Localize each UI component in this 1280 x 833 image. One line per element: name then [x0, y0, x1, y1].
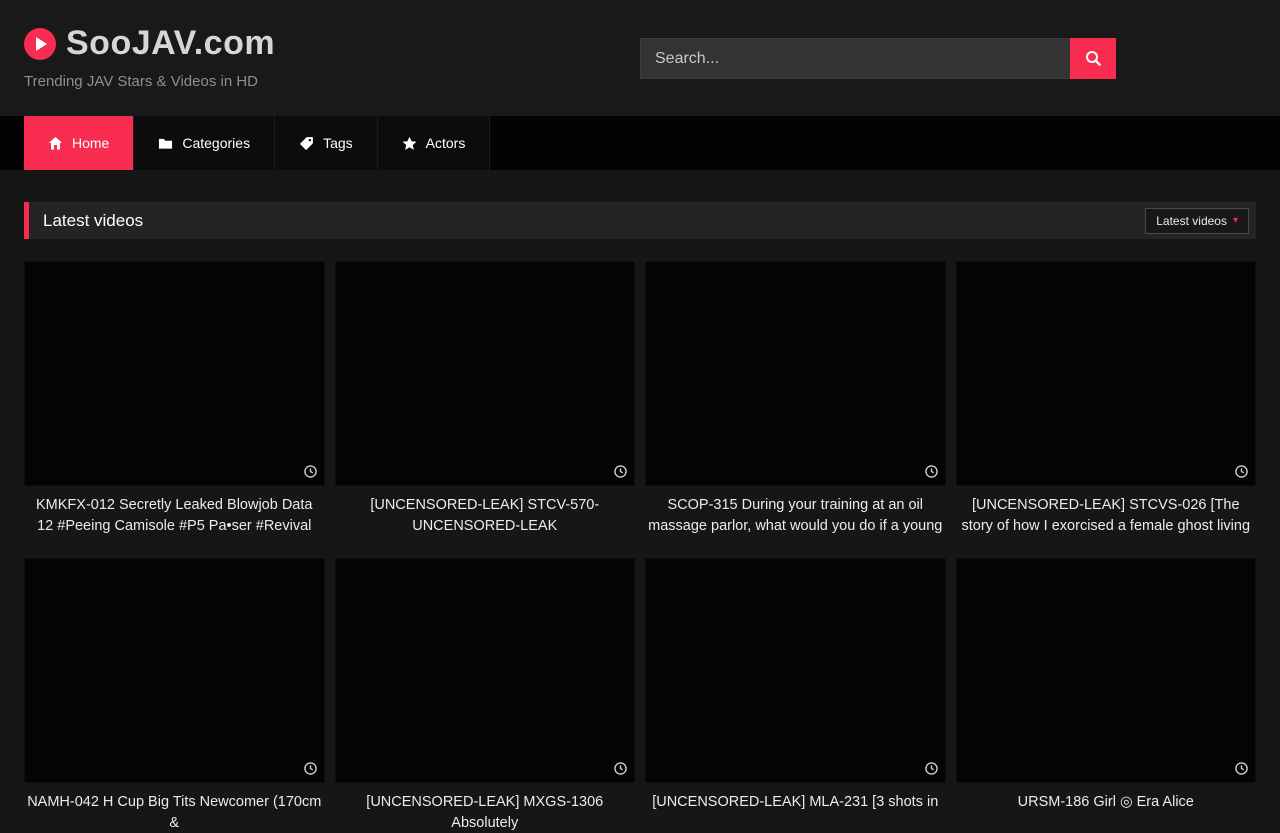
search-form: [640, 38, 1116, 79]
video-title[interactable]: URSM-186 Girl ◎ Era Alice: [956, 792, 1257, 813]
clock-icon: [304, 762, 317, 775]
home-icon: [48, 136, 63, 151]
clock-icon: [614, 465, 627, 478]
video-thumbnail[interactable]: [645, 261, 946, 486]
folder-icon: [158, 136, 173, 151]
video-thumbnail[interactable]: [24, 558, 325, 783]
video-card[interactable]: [UNCENSORED-LEAK] STCVS-026 [The story o…: [956, 261, 1257, 537]
play-logo-icon: [24, 28, 56, 60]
page: { "colors": { "accent": "#f72c50", "back…: [0, 0, 1280, 800]
star-icon: [402, 136, 417, 151]
clock-icon: [614, 762, 627, 775]
clock-icon: [304, 465, 317, 478]
nav-item-categories[interactable]: Categories: [134, 116, 275, 170]
video-title[interactable]: [UNCENSORED-LEAK] STCVS-026 [The story o…: [956, 495, 1257, 537]
site-title: SooJAV.com: [66, 24, 275, 63]
clock-icon: [925, 465, 938, 478]
chevron-down-icon: ▾: [1233, 216, 1238, 226]
video-thumbnail[interactable]: [24, 261, 325, 486]
nav-item-label: Tags: [323, 135, 353, 151]
video-thumbnail[interactable]: [645, 558, 946, 783]
sort-dropdown[interactable]: Latest videos ▾: [1145, 208, 1249, 234]
video-thumbnail[interactable]: [956, 558, 1257, 783]
nav-item-label: Categories: [182, 135, 250, 151]
video-card[interactable]: SCOP-315 During your training at an oil …: [645, 261, 946, 537]
clock-icon: [1235, 762, 1248, 775]
video-title[interactable]: [UNCENSORED-LEAK] STCV-570-UNCENSORED-LE…: [335, 495, 636, 536]
video-title[interactable]: [UNCENSORED-LEAK] MLA-231 [3 shots in: [645, 792, 946, 813]
site-header: SooJAV.com Trending JAV Stars & Videos i…: [0, 0, 1280, 116]
clock-icon: [1235, 465, 1248, 478]
video-title[interactable]: KMKFX-012 Secretly Leaked Blowjob Data 1…: [24, 495, 325, 537]
main-nav: Home Categories Tags Actors: [0, 116, 1280, 170]
video-thumbnail[interactable]: [956, 261, 1257, 486]
video-title[interactable]: SCOP-315 During your training at an oil …: [645, 495, 946, 536]
video-title[interactable]: [UNCENSORED-LEAK] MXGS-1306 Absolutely: [335, 792, 636, 833]
video-thumbnail[interactable]: [335, 261, 636, 486]
section-title: Latest videos: [43, 211, 143, 231]
nav-item-label: Home: [72, 135, 109, 151]
nav-item-home[interactable]: Home: [24, 116, 134, 170]
search-button[interactable]: [1070, 38, 1116, 79]
video-card[interactable]: [UNCENSORED-LEAK] STCV-570-UNCENSORED-LE…: [335, 261, 636, 537]
search-input[interactable]: [640, 38, 1070, 79]
video-card[interactable]: [UNCENSORED-LEAK] MXGS-1306 Absolutely: [335, 558, 636, 833]
tag-icon: [299, 136, 314, 151]
video-grid: KMKFX-012 Secretly Leaked Blowjob Data 1…: [24, 261, 1256, 833]
video-thumbnail[interactable]: [335, 558, 636, 783]
sort-dropdown-label: Latest videos: [1156, 214, 1227, 228]
section-header: Latest videos Latest videos ▾: [24, 202, 1256, 239]
nav-item-label: Actors: [426, 135, 466, 151]
search-icon: [1085, 50, 1102, 67]
video-card[interactable]: KMKFX-012 Secretly Leaked Blowjob Data 1…: [24, 261, 325, 537]
video-card[interactable]: NAMH-042 H Cup Big Tits Newcomer (170cm …: [24, 558, 325, 833]
site-logo[interactable]: SooJAV.com: [24, 24, 275, 63]
nav-item-tags[interactable]: Tags: [275, 116, 378, 170]
clock-icon: [925, 762, 938, 775]
video-title[interactable]: NAMH-042 H Cup Big Tits Newcomer (170cm …: [24, 792, 325, 833]
video-card[interactable]: URSM-186 Girl ◎ Era Alice: [956, 558, 1257, 833]
video-card[interactable]: [UNCENSORED-LEAK] MLA-231 [3 shots in: [645, 558, 946, 833]
nav-item-actors[interactable]: Actors: [378, 116, 491, 170]
